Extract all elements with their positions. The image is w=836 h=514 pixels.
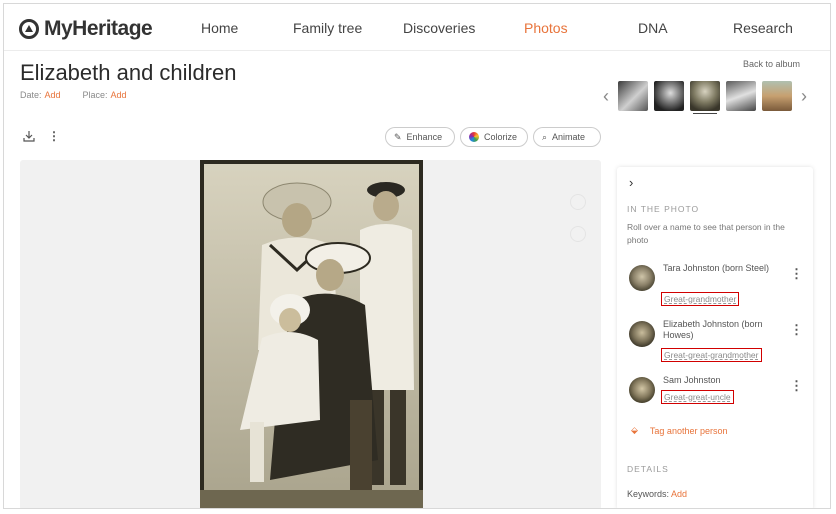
more-vert-icon[interactable]: ⋮ <box>48 129 60 143</box>
person-item[interactable]: Sam Johnston Great-great-uncle ⋮ <box>627 375 809 423</box>
nav-home[interactable]: Home <box>201 20 238 36</box>
more-vert-icon[interactable]: ⋮ <box>790 266 803 282</box>
thumbnail[interactable] <box>726 81 756 111</box>
person-relation[interactable]: Great-great-grandmother <box>661 348 762 362</box>
magic-wand-icon: ✎ <box>394 131 402 142</box>
top-nav: MyHeritage Home Family tree Discoveries … <box>4 4 830 51</box>
download-icon[interactable] <box>22 129 36 146</box>
page-title: Elizabeth and children <box>20 60 237 85</box>
app-window: MyHeritage Home Family tree Discoveries … <box>3 3 831 509</box>
person-name[interactable]: Elizabeth Johnston (born Howes) <box>663 319 781 341</box>
more-vert-icon[interactable]: ⋮ <box>790 378 803 394</box>
person-name[interactable]: Tara Johnston (born Steel) <box>663 263 781 274</box>
person-item[interactable]: Tara Johnston (born Steel) Great-grandmo… <box>627 263 809 311</box>
person-relation[interactable]: Great-grandmother <box>661 292 740 306</box>
photo-meta: Date: Add Place: Add <box>20 90 127 100</box>
details-heading: DETAILS <box>627 464 669 474</box>
place-add-link[interactable]: Add <box>111 90 127 100</box>
tag-another-person-button[interactable]: ⬙ Tag another person <box>631 425 727 436</box>
nav-photos[interactable]: Photos <box>524 20 568 36</box>
keywords-row: Keywords: Add <box>627 489 687 499</box>
person-name[interactable]: Sam Johnston <box>663 375 781 386</box>
face-animate-icon: ⌕ <box>542 131 548 142</box>
nav-dna[interactable]: DNA <box>638 20 668 36</box>
thumbnail[interactable] <box>654 81 684 111</box>
brand-name: MyHeritage <box>44 17 153 40</box>
chevron-left-icon[interactable]: ‹ <box>600 86 612 107</box>
zoom-out-icon[interactable] <box>570 226 586 242</box>
keywords-add-link[interactable]: Add <box>671 489 687 499</box>
thumbnail[interactable] <box>762 81 792 111</box>
more-vert-icon[interactable]: ⋮ <box>790 322 803 338</box>
nav-research[interactable]: Research <box>733 20 793 36</box>
tag-icon: ⬙ <box>631 425 638 435</box>
back-to-album-link[interactable]: Back to album <box>743 59 800 69</box>
keywords-label: Keywords: <box>627 489 670 499</box>
family-photo[interactable] <box>200 160 423 508</box>
colorize-button[interactable]: Colorize <box>460 127 528 147</box>
avatar <box>629 265 655 291</box>
date-add-link[interactable]: Add <box>45 90 61 100</box>
tag-label: Tag another person <box>649 425 728 436</box>
avatar <box>629 321 655 347</box>
zoom-in-icon[interactable] <box>570 194 586 210</box>
color-wheel-icon <box>469 132 479 142</box>
date-label: Date: <box>20 90 42 100</box>
thumbnail-selected[interactable] <box>690 81 720 111</box>
thumbnail-strip: ‹ › <box>600 76 810 116</box>
chevron-right-icon[interactable]: › <box>629 175 633 190</box>
animate-label: Animate <box>552 132 586 142</box>
myheritage-logo-icon <box>19 19 39 39</box>
thumbnail[interactable] <box>618 81 648 111</box>
brand-logo[interactable]: MyHeritage <box>18 17 153 41</box>
in-photo-heading: IN THE PHOTO <box>627 204 700 214</box>
nav-discoveries[interactable]: Discoveries <box>403 20 475 36</box>
nav-family-tree[interactable]: Family tree <box>293 20 362 36</box>
enhance-label: Enhance <box>406 132 443 142</box>
chevron-right-icon[interactable]: › <box>798 86 810 107</box>
person-item[interactable]: Elizabeth Johnston (born Howes) Great-gr… <box>627 319 809 367</box>
animate-button[interactable]: ⌕ Animate <box>533 127 601 147</box>
avatar <box>629 377 655 403</box>
photo-info-panel: › IN THE PHOTO Roll over a name to see t… <box>617 167 813 508</box>
in-photo-instructions: Roll over a name to see that person in t… <box>627 222 785 245</box>
colorize-label: Colorize <box>484 132 518 142</box>
place-label: Place: <box>82 90 108 100</box>
enhance-button[interactable]: ✎ Enhance <box>385 127 455 147</box>
person-relation[interactable]: Great-great-uncle <box>661 390 734 404</box>
